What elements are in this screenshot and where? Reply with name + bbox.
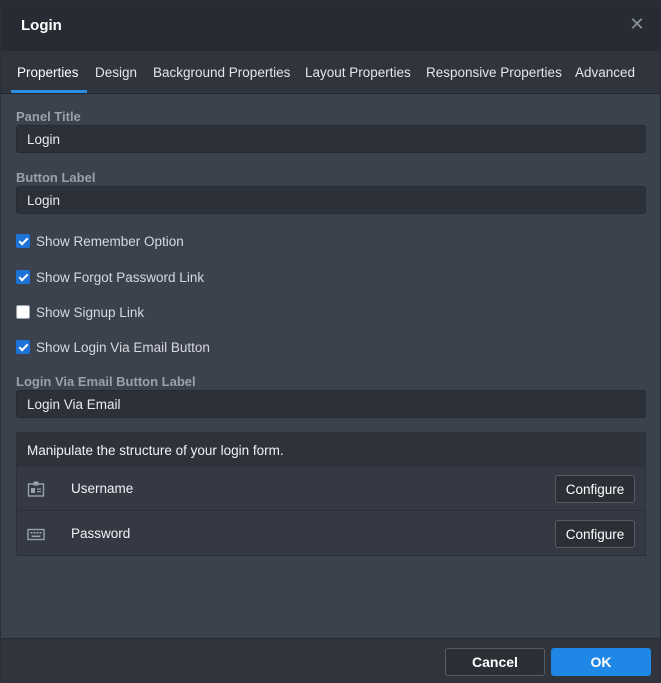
keyboard-icon <box>27 528 45 541</box>
show-remember-option-checkbox[interactable]: Show Remember Option <box>16 232 184 250</box>
tab-layout-properties[interactable]: Layout Properties <box>305 65 411 80</box>
tab-responsive-properties[interactable]: Responsive Properties <box>426 65 562 80</box>
show-forgot-password-label: Show Forgot Password Link <box>36 269 205 285</box>
properties-panel: Panel Title Button Label Show Remember O… <box>1 94 660 639</box>
tab-bar: Properties Design Background Properties … <box>1 51 660 94</box>
show-login-via-email-label: Show Login Via Email Button <box>36 339 210 355</box>
structure-heading: Manipulate the structure of your login f… <box>27 443 284 458</box>
panel-title-input[interactable] <box>16 125 646 153</box>
checkbox-checked-icon[interactable] <box>16 270 30 284</box>
show-forgot-password-checkbox[interactable]: Show Forgot Password Link <box>16 268 204 286</box>
checkbox-checked-icon[interactable] <box>16 234 30 248</box>
tab-design[interactable]: Design <box>95 65 137 80</box>
structure-heading-bar: Manipulate the structure of your login f… <box>17 433 645 467</box>
show-signup-link-checkbox[interactable]: Show Signup Link <box>16 303 144 321</box>
ok-button[interactable]: OK <box>551 648 651 676</box>
show-remember-option-label: Show Remember Option <box>36 233 184 249</box>
show-login-via-email-checkbox[interactable]: Show Login Via Email Button <box>16 338 210 356</box>
email-button-label-input[interactable] <box>16 390 646 418</box>
tab-background-properties[interactable]: Background Properties <box>153 65 290 80</box>
structure-row-password: Password Configure <box>17 512 645 556</box>
login-settings-dialog: Login ✕ Properties Design Background Pro… <box>0 0 661 683</box>
checkbox-unchecked-icon[interactable] <box>16 305 30 319</box>
show-signup-link-label: Show Signup Link <box>36 304 145 320</box>
dialog-title: Login <box>21 17 62 34</box>
configure-username-button[interactable]: Configure <box>555 475 635 503</box>
login-structure-panel: Manipulate the structure of your login f… <box>16 432 646 556</box>
configure-password-button[interactable]: Configure <box>555 520 635 548</box>
dialog-footer: Cancel OK <box>1 638 660 683</box>
checkbox-checked-icon[interactable] <box>16 340 30 354</box>
cancel-button[interactable]: Cancel <box>445 648 545 676</box>
button-label-label: Button Label <box>16 170 96 185</box>
tab-properties[interactable]: Properties <box>17 65 79 80</box>
id-card-icon <box>27 481 45 497</box>
structure-row-username: Username Configure <box>17 467 645 511</box>
structure-row-name: Username <box>71 481 134 496</box>
tab-advanced[interactable]: Advanced <box>575 65 635 80</box>
structure-row-name: Password <box>71 526 131 541</box>
dialog-titlebar: Login ✕ <box>1 1 660 51</box>
close-icon[interactable]: ✕ <box>628 15 646 33</box>
panel-title-label: Panel Title <box>16 109 81 124</box>
button-label-input[interactable] <box>16 186 646 214</box>
active-tab-indicator <box>11 90 87 93</box>
email-button-label-label: Login Via Email Button Label <box>16 374 196 389</box>
